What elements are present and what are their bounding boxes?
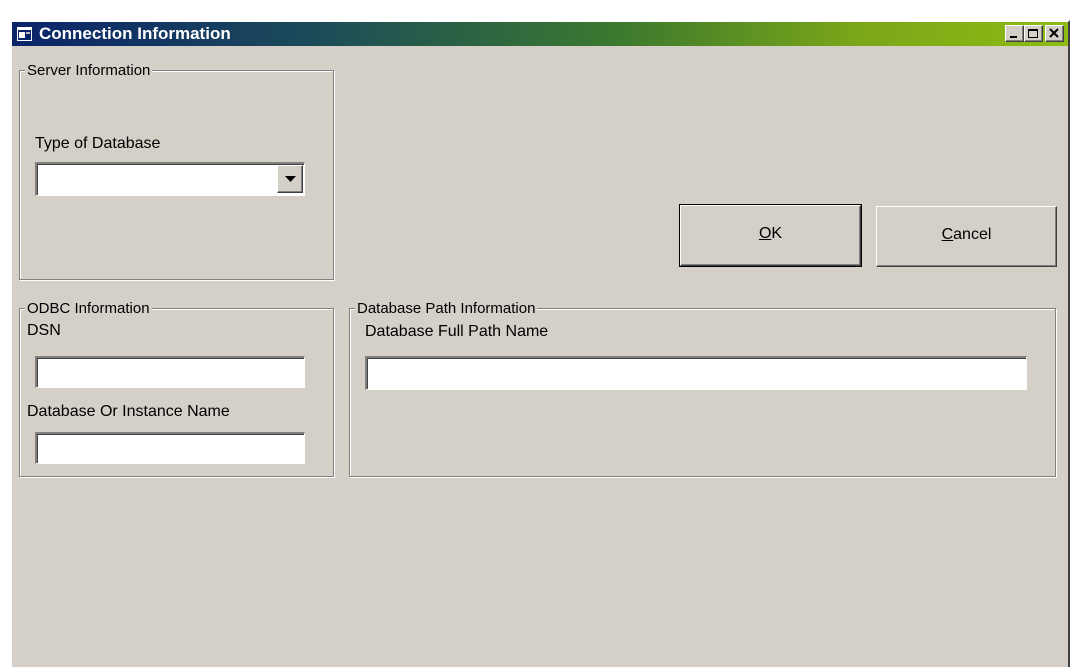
cancel-button[interactable]: Cancel (876, 206, 1057, 267)
minimize-icon (1010, 36, 1017, 38)
dsn-label: DSN (27, 322, 61, 339)
minimize-button[interactable] (1005, 25, 1024, 42)
database-full-path-name-label: Database Full Path Name (365, 323, 549, 340)
title-bar[interactable]: Connection Information (12, 22, 1068, 46)
database-path-information-group: Database Path Information Database Full … (349, 300, 1056, 477)
ok-button-label: OK (759, 206, 782, 262)
close-icon (1049, 28, 1059, 38)
type-of-database-label: Type of Database (35, 135, 161, 152)
window-app-icon (17, 27, 32, 41)
odbc-information-group: ODBC Information DSN Database Or Instanc… (19, 300, 334, 477)
dsn-input[interactable] (35, 356, 305, 388)
ok-label-rest: K (771, 225, 783, 242)
ok-mnemonic: O (758, 225, 772, 242)
window-title: Connection Information (39, 24, 231, 43)
odbc-information-legend: ODBC Information (25, 300, 152, 317)
close-button[interactable] (1045, 25, 1064, 42)
database-or-instance-name-label: Database Or Instance Name (27, 403, 230, 420)
cancel-mnemonic: C (941, 226, 954, 243)
server-information-group: Server Information Type of Database (19, 62, 334, 280)
cancel-button-label: Cancel (942, 207, 992, 263)
ok-button[interactable]: OK (679, 204, 862, 267)
type-of-database-combobox[interactable] (35, 162, 305, 196)
type-of-database-dropdown-button[interactable] (277, 165, 303, 193)
database-path-information-legend: Database Path Information (355, 300, 538, 317)
cancel-label-rest: ancel (953, 226, 992, 243)
maximize-button[interactable] (1024, 25, 1043, 42)
database-full-path-name-input[interactable] (365, 356, 1027, 390)
connection-information-window: Connection Information Server Informatio… (10, 20, 1070, 667)
chevron-down-icon (285, 176, 296, 182)
server-information-legend: Server Information (25, 62, 153, 79)
database-or-instance-name-input[interactable] (35, 432, 305, 464)
maximize-icon (1028, 29, 1038, 38)
